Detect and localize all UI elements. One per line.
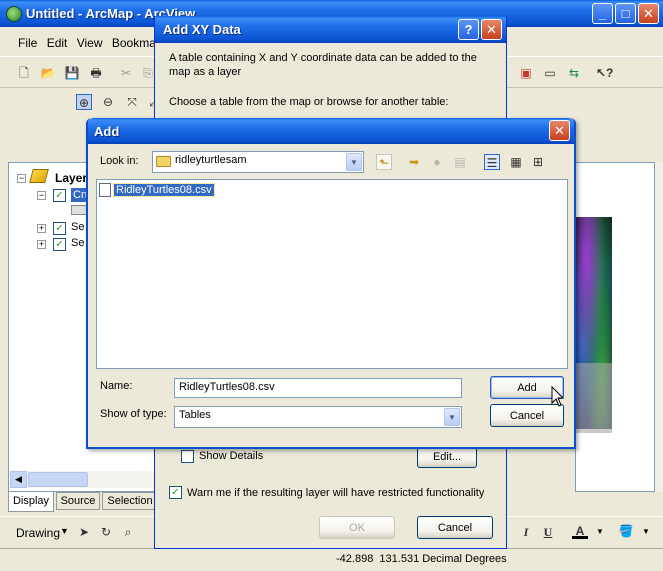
layer-expand-toggle[interactable]: − <box>37 191 46 200</box>
thumbnails-view-icon[interactable]: ⊞ <box>530 154 546 170</box>
scroll-thumb[interactable] <box>28 472 88 487</box>
add-xy-title: Add XY Data <box>163 22 241 37</box>
layer-visibility-checkbox[interactable]: ✓ <box>53 238 66 251</box>
open-folder-icon[interactable]: 📂 <box>40 65 56 81</box>
layer-expand-toggle[interactable]: + <box>37 224 46 233</box>
menu-edit[interactable]: Edit <box>47 36 68 50</box>
underline-icon[interactable]: U <box>540 524 556 540</box>
drawing-dropdown-arrow-icon[interactable]: ▼ <box>60 526 69 536</box>
print-icon[interactable]: 🖶 <box>88 65 104 81</box>
cut-icon[interactable]: ✂ <box>118 65 134 81</box>
folder-icon <box>156 156 171 167</box>
look-in-dropdown-arrow-icon[interactable]: ▼ <box>346 153 362 171</box>
map-vertical-scrollbar[interactable] <box>655 162 663 492</box>
fill-color-dropdown-icon[interactable]: ▼ <box>642 527 650 536</box>
whats-this-icon[interactable]: ↖? <box>596 65 613 81</box>
rotate-icon[interactable]: ↻ <box>98 524 114 540</box>
tab-display[interactable]: Display <box>8 492 54 512</box>
menu-file[interactable]: File <box>18 36 37 50</box>
layers-collapse-toggle[interactable]: − <box>17 174 26 183</box>
map-display[interactable] <box>575 162 655 492</box>
drawing-menu[interactable]: Drawing <box>16 526 60 540</box>
tab-source[interactable]: Source <box>56 492 100 510</box>
status-coordinates: -42.898 131.531 Decimal Degrees <box>336 553 507 565</box>
file-list-item[interactable]: RidleyTurtles08.csv <box>99 182 215 198</box>
modelbuilder-icon[interactable]: ⇆ <box>566 65 582 81</box>
add-titlebar[interactable]: Add ✕ <box>88 118 574 144</box>
layer-expand-toggle[interactable]: + <box>37 240 46 249</box>
fixed-zoom-icon[interactable]: ⤧ <box>124 94 140 110</box>
toolbox-icon[interactable]: ▣ <box>518 65 534 81</box>
toc-horizontal-scrollbar[interactable]: ◀ <box>10 471 156 488</box>
type-label: Show of type: <box>100 408 167 420</box>
ok-button[interactable]: OK <box>319 516 395 539</box>
show-details-label[interactable]: Show Details <box>199 450 263 462</box>
help-button[interactable]: ? <box>458 19 479 40</box>
layer-visibility-checkbox[interactable]: ✓ <box>53 222 66 235</box>
add-dialog: Add ✕ Look in: ridleyturtlesam ▼ ⬑ ➡ ● ▤… <box>86 118 576 449</box>
arcmap-globe-icon <box>6 5 22 22</box>
italic-icon[interactable]: I <box>518 524 534 540</box>
look-in-value: ridleyturtlesam <box>175 154 247 166</box>
status-bar: -42.898 131.531 Decimal Degrees <box>0 548 663 571</box>
warn-label[interactable]: Warn me if the resulting layer will have… <box>187 487 484 499</box>
layer-name[interactable]: Se <box>71 221 84 233</box>
select-elements-icon[interactable]: ➤ <box>76 524 92 540</box>
connect-folder-icon[interactable]: ➡ <box>406 154 422 170</box>
tools-toolbar: ⊕ ⊖ ⤧ ⤢ <box>68 90 159 116</box>
new-document-icon[interactable]: 🗋 <box>16 65 32 81</box>
disconnect-folder-icon[interactable]: ● <box>429 154 445 170</box>
font-color-dropdown-icon[interactable]: ▼ <box>596 527 604 536</box>
add-close-button[interactable]: ✕ <box>549 120 570 141</box>
list-view-icon[interactable]: ☰ <box>484 154 500 170</box>
maximize-button[interactable]: □ <box>615 3 636 24</box>
name-label: Name: <box>100 380 133 392</box>
layer-symbol <box>71 205 87 215</box>
add-xy-close-button[interactable]: ✕ <box>481 19 502 40</box>
type-value: Tables <box>179 409 211 421</box>
file-list[interactable]: RidleyTurtles08.csv <box>96 179 568 369</box>
layer-visibility-checkbox[interactable]: ✓ <box>53 189 66 202</box>
new-folder-icon[interactable]: ▤ <box>452 154 468 170</box>
menu-view[interactable]: View <box>77 36 103 50</box>
show-details-checkbox[interactable] <box>181 450 194 463</box>
type-combobox[interactable]: Tables ▼ <box>174 406 462 428</box>
name-input[interactable]: RidleyTurtles08.csv <box>174 378 462 398</box>
map-land-gray <box>576 363 612 433</box>
close-button[interactable]: ✕ <box>638 3 659 24</box>
zoom-whole-page-icon[interactable]: ⌕ <box>120 524 136 540</box>
tab-selection[interactable]: Selection <box>102 492 158 510</box>
scroll-left-arrow-icon[interactable]: ◀ <box>10 471 27 488</box>
layers-icon <box>29 169 49 183</box>
warn-checkbox[interactable]: ✓ <box>169 486 182 499</box>
up-one-level-icon[interactable]: ⬑ <box>376 154 392 170</box>
add-xy-intro: A table containing X and Y coordinate da… <box>169 52 477 78</box>
add-xy-choose-label: Choose a table from the map or browse fo… <box>169 96 449 108</box>
file-name: RidleyTurtles08.csv <box>113 183 215 197</box>
mouse-cursor-icon <box>551 386 565 407</box>
xy-cancel-button[interactable]: Cancel <box>417 516 493 539</box>
zoom-out-icon[interactable]: ⊖ <box>100 94 116 110</box>
window-icon[interactable]: ▭ <box>542 65 558 81</box>
fill-color-icon[interactable]: 🪣 <box>618 523 634 539</box>
look-in-label: Look in: <box>100 155 139 167</box>
add-title: Add <box>94 123 120 139</box>
details-view-icon[interactable]: ▦ <box>508 154 524 170</box>
csv-file-icon <box>99 183 111 197</box>
layer-name[interactable]: Se <box>71 237 84 249</box>
save-icon[interactable]: 💾 <box>64 65 80 81</box>
zoom-in-icon[interactable]: ⊕ <box>76 94 92 110</box>
type-dropdown-arrow-icon[interactable]: ▼ <box>444 408 460 426</box>
add-xy-titlebar[interactable]: Add XY Data ? ✕ <box>155 16 506 43</box>
font-color-icon[interactable]: A <box>572 523 588 539</box>
minimize-button[interactable]: _ <box>592 3 613 24</box>
look-in-combobox[interactable]: ridleyturtlesam ▼ <box>152 151 364 173</box>
